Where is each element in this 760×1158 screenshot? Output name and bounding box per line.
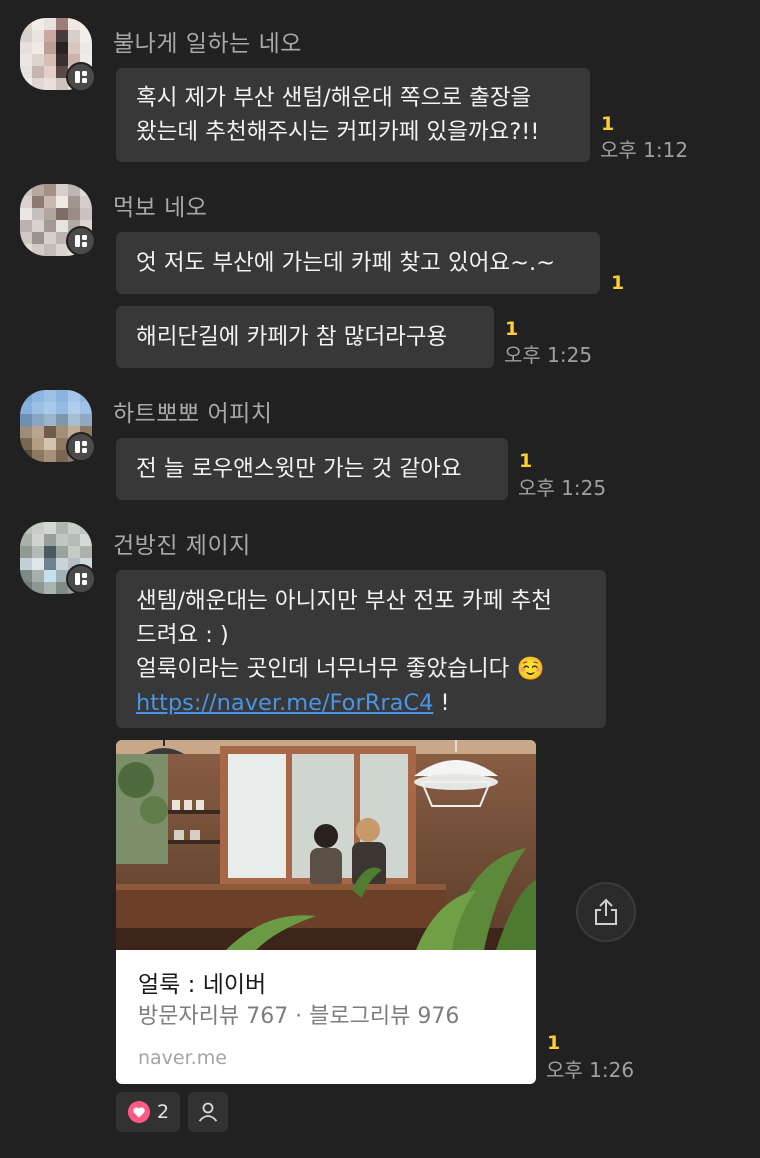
chat-badge-icon: [66, 432, 96, 462]
message-text: 전 늘 로우앤스윗만 가는 것 같아요: [136, 456, 462, 482]
unread-count: 1: [519, 450, 533, 472]
person-icon: [198, 1102, 218, 1122]
message-time: 오후 1:12: [600, 138, 689, 162]
unread-count: 1: [547, 1032, 561, 1054]
sender-name: 먹보 네오: [113, 195, 208, 221]
chat-room: 불나게 일하는 네오 혹시 제가 부산 샌텀/해운대 쪽으로 출장을 왔는데 추…: [0, 0, 760, 1158]
message-bubble[interactable]: 샌템/해운대는 아니지만 부산 전포 카페 추천 드려요 : ) 얼룩이라는 곳…: [116, 570, 606, 728]
sender-name: 불나게 일하는 네오: [113, 31, 302, 57]
message-text: 해리단길에 카페가 참 많더라구용: [136, 324, 448, 350]
message-bubble[interactable]: 해리단길에 카페가 참 많더라구용: [116, 306, 494, 368]
message-text: https://naver.me/ForRraC4 !: [136, 686, 586, 720]
heart-reaction-button[interactable]: 2: [116, 1092, 180, 1132]
share-icon: [595, 898, 617, 925]
message-text: 샌템/해운대는 아니지만 부산 전포 카페 추천: [136, 588, 552, 614]
share-button[interactable]: [576, 882, 636, 942]
chat-badge-icon: [66, 62, 96, 92]
message-text: 얼룩이라는 곳인데 너무너무 좋았습니다 ☺️: [136, 656, 545, 682]
message-text: 혹시 제가 부산 샌텀/해운대 쪽으로 출장을: [136, 85, 532, 111]
link-preview-description: 방문자리뷰 767 · 블로그리뷰 976: [138, 1004, 460, 1029]
message-time: 오후 1:26: [546, 1058, 635, 1082]
link-preview-image: [116, 740, 536, 950]
message-time: 오후 1:25: [504, 343, 593, 367]
chat-badge-icon: [66, 226, 96, 256]
link-suffix: !: [433, 690, 450, 716]
reaction-members-button[interactable]: [188, 1092, 228, 1132]
message-bubble[interactable]: 엇 저도 부산에 가는데 카페 찾고 있어요~.~: [116, 232, 600, 294]
link-preview-card[interactable]: 얼룩 : 네이버 방문자리뷰 767 · 블로그리뷰 976 naver.me: [116, 740, 536, 1084]
message-link[interactable]: https://naver.me/ForRraC4: [136, 690, 433, 716]
message-text: 왔는데 추천해주시는 커피카페 있을까요?!!: [136, 119, 540, 145]
chat-badge-icon: [66, 564, 96, 594]
message-bubble[interactable]: 혹시 제가 부산 샌텀/해운대 쪽으로 출장을 왔는데 추천해주시는 커피카페 …: [116, 68, 590, 162]
unread-count: 1: [601, 113, 615, 135]
unread-count: 1: [505, 318, 519, 340]
message-text: 드려요 : ): [136, 622, 229, 648]
link-preview-domain: naver.me: [138, 1047, 227, 1069]
unread-count: 1: [611, 272, 625, 294]
sender-name: 건방진 제이지: [113, 533, 251, 559]
message-text: 엇 저도 부산에 가는데 카페 찾고 있어요~.~: [136, 250, 555, 276]
message-time: 오후 1:25: [518, 476, 607, 500]
heart-count: 2: [156, 1101, 170, 1123]
heart-icon: [127, 1101, 150, 1123]
link-preview-title: 얼룩 : 네이버: [138, 972, 267, 998]
sender-name: 하트뽀뽀 어피치: [113, 401, 273, 427]
message-bubble[interactable]: 전 늘 로우앤스윗만 가는 것 같아요: [116, 438, 508, 500]
